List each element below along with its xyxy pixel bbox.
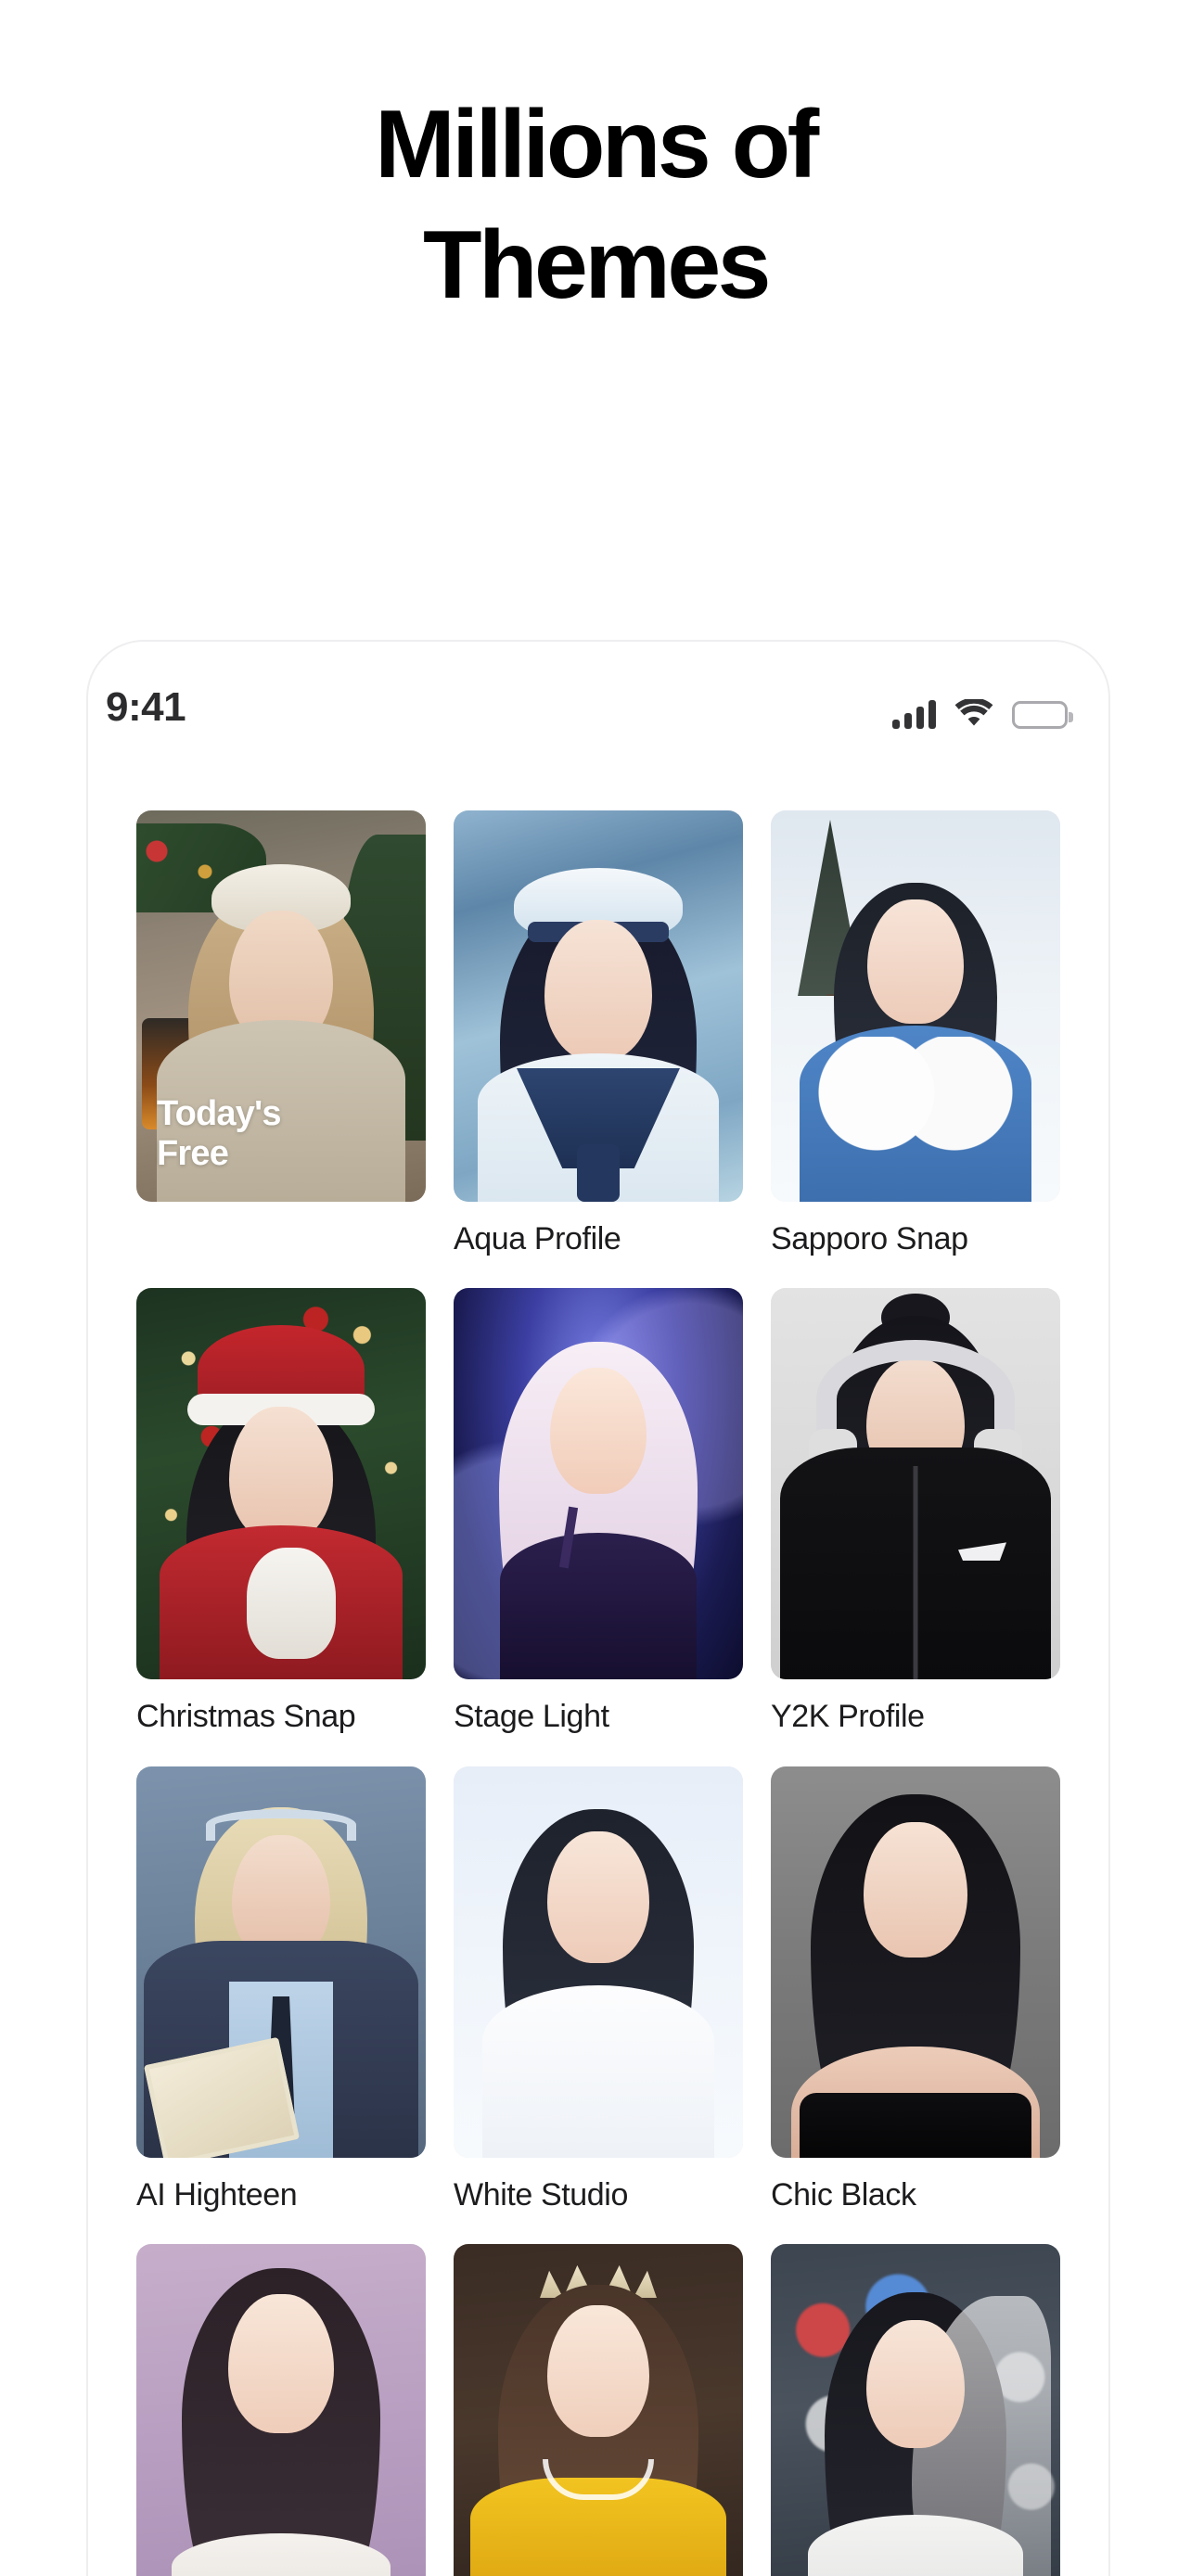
headline-line-1: Millions of — [375, 91, 819, 198]
theme-thumbnail[interactable] — [771, 2244, 1060, 2576]
theme-tile-ai-highteen[interactable]: AI Highteen — [136, 1766, 426, 2213]
theme-tile-white-studio[interactable]: White Studio — [454, 1766, 743, 2213]
theme-caption: White Studio — [454, 2176, 628, 2213]
theme-caption: Christmas Snap — [136, 1699, 356, 1735]
promo-screenshot: Millions of Themes 9:41 Today's Free Aqu… — [0, 0, 1191, 2576]
theme-caption: Chic Black — [771, 2176, 916, 2213]
theme-caption: Y2K Profile — [771, 1699, 925, 1735]
theme-tile-row4-2[interactable] — [454, 2244, 743, 2576]
theme-thumbnail[interactable] — [136, 1766, 426, 2158]
theme-thumbnail[interactable] — [454, 1766, 743, 2158]
theme-thumbnail[interactable] — [454, 1288, 743, 1680]
theme-tile-chic-black[interactable]: Chic Black — [771, 1766, 1060, 2213]
theme-artwork — [136, 1766, 426, 2158]
wifi-icon — [954, 697, 993, 729]
theme-grid-row: Today's Free Aqua Profile Sapporo Snap — [136, 810, 1062, 1256]
theme-thumbnail[interactable] — [771, 1288, 1060, 1680]
theme-artwork — [454, 810, 743, 1202]
theme-artwork — [454, 2244, 743, 2576]
theme-caption: Sapporo Snap — [771, 1221, 968, 1256]
theme-tile-sapporo-snap[interactable]: Sapporo Snap — [771, 810, 1060, 1256]
headline-line-2: Themes — [422, 211, 772, 319]
theme-tile-stage-light[interactable]: Stage Light — [454, 1288, 743, 1734]
theme-caption: Aqua Profile — [454, 1221, 621, 1256]
theme-caption: Stage Light — [454, 1699, 609, 1735]
theme-thumbnail[interactable] — [454, 810, 743, 1202]
theme-thumbnail[interactable] — [136, 1288, 426, 1680]
theme-thumbnail[interactable] — [136, 2244, 426, 2576]
theme-tile-aqua-profile[interactable]: Aqua Profile — [454, 810, 743, 1256]
theme-grid-row: AI Highteen White Studio Chic Black — [136, 1766, 1062, 2213]
phone-mockup: 9:41 Today's Free Aqua Profile Sapporo S… — [86, 640, 1110, 2576]
theme-thumbnail[interactable] — [771, 810, 1060, 1202]
theme-tile-row4-1[interactable] — [136, 2244, 426, 2576]
theme-thumbnail[interactable] — [454, 2244, 743, 2576]
theme-grid: Today's Free Aqua Profile Sapporo Snap C… — [136, 810, 1062, 2576]
theme-tile-row4-3[interactable] — [771, 2244, 1060, 2576]
status-bar: 9:41 — [88, 682, 1108, 744]
theme-tile-todays-free[interactable]: Today's Free — [136, 810, 426, 1256]
status-bar-indicators — [892, 690, 1073, 729]
theme-artwork — [136, 2244, 426, 2576]
status-bar-time: 9:41 — [106, 684, 186, 730]
cellular-signal-icon — [892, 699, 936, 729]
battery-full-icon — [1012, 701, 1073, 729]
theme-tile-christmas-snap[interactable]: Christmas Snap — [136, 1288, 426, 1734]
theme-artwork — [771, 1288, 1060, 1680]
theme-artwork — [771, 1766, 1060, 2158]
theme-tile-y2k-profile[interactable]: Y2K Profile — [771, 1288, 1060, 1734]
theme-artwork — [771, 810, 1060, 1202]
theme-thumbnail[interactable] — [771, 1766, 1060, 2158]
todays-free-badge: Today's Free — [157, 1094, 281, 1174]
page-title: Millions of Themes — [0, 96, 1191, 313]
theme-artwork — [771, 2244, 1060, 2576]
theme-artwork — [454, 1288, 743, 1680]
theme-grid-row: Christmas Snap Stage Light Y2K Profile — [136, 1288, 1062, 1734]
theme-artwork — [136, 1288, 426, 1680]
theme-grid-row — [136, 2244, 1062, 2576]
theme-caption: AI Highteen — [136, 2176, 298, 2213]
theme-artwork — [454, 1766, 743, 2158]
theme-thumbnail[interactable]: Today's Free — [136, 810, 426, 1202]
